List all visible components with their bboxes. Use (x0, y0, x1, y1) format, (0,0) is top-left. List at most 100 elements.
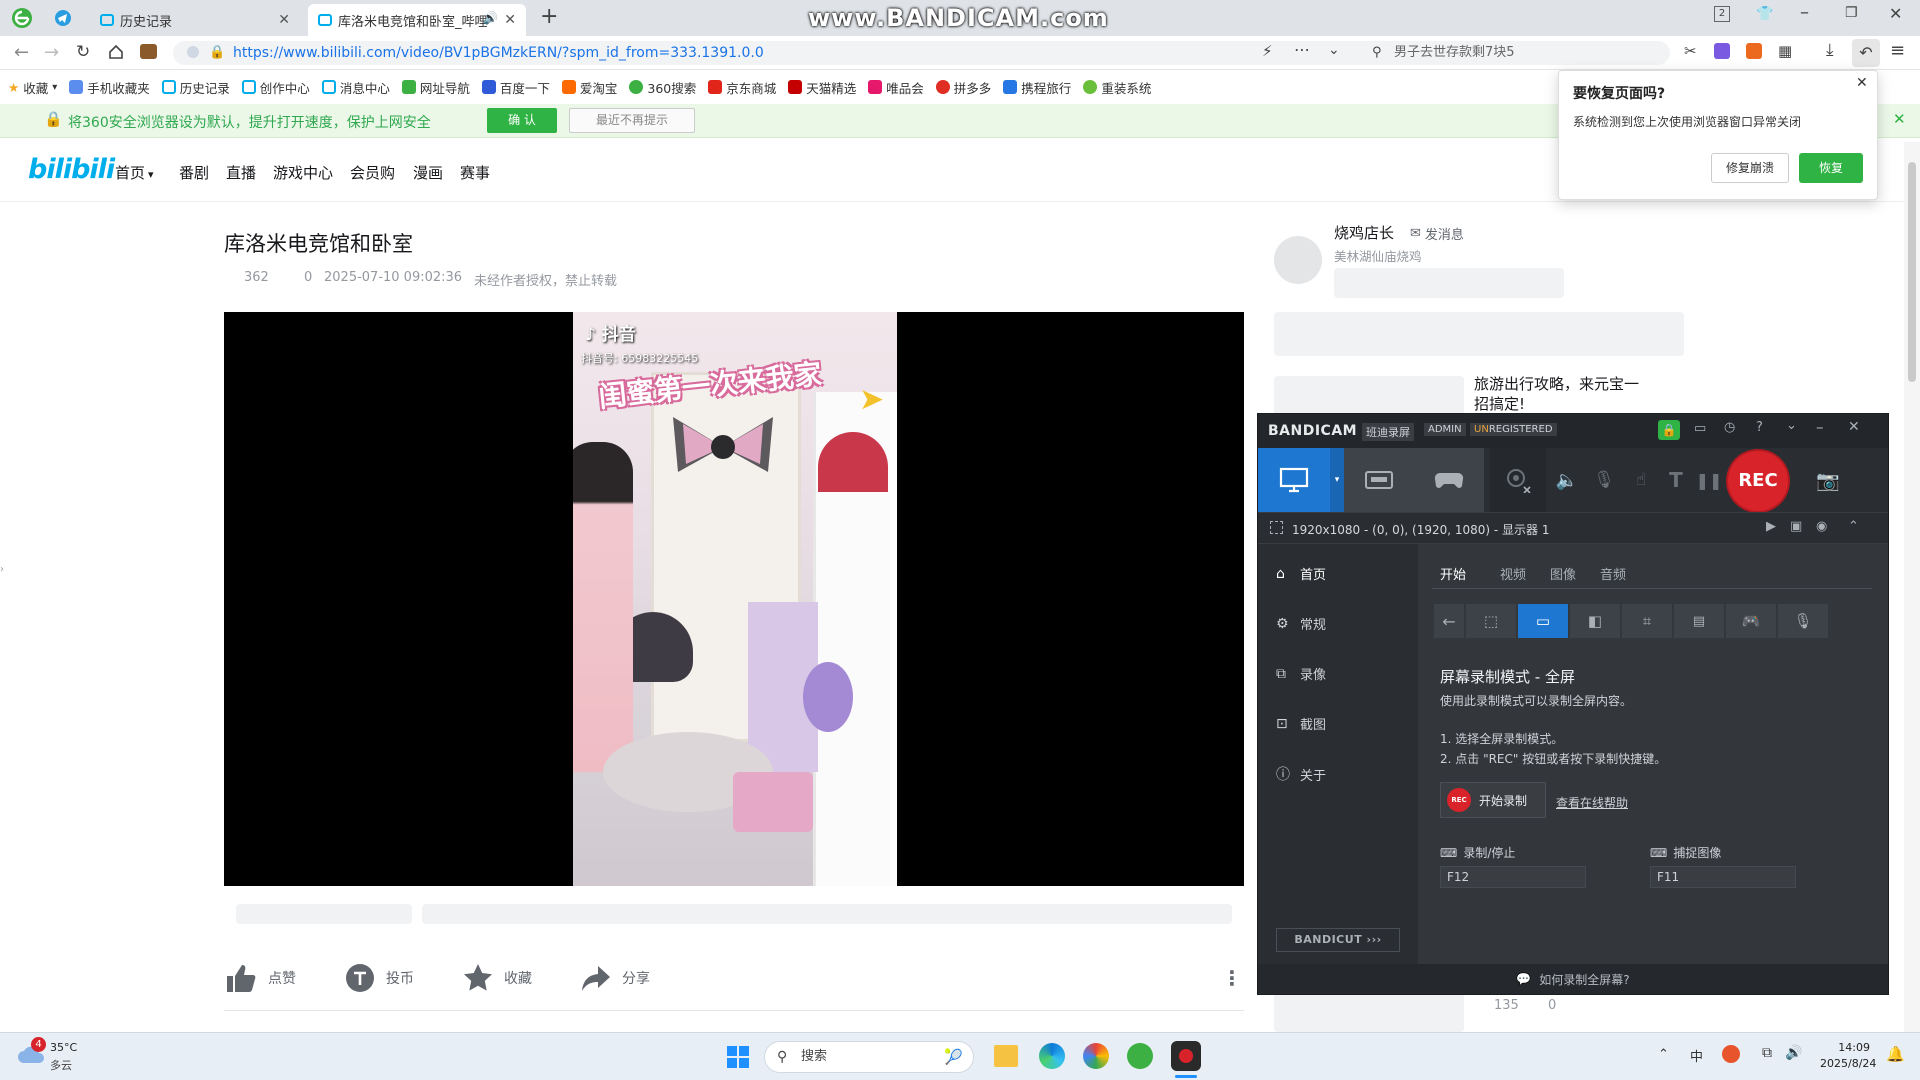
bandicam-footer[interactable]: 💬 如何录制全屏幕? (1258, 964, 1888, 994)
online-help-link[interactable]: 查看在线帮助 (1556, 794, 1628, 811)
side-arrow-icon[interactable]: › (0, 564, 4, 575)
weather-widget[interactable]: 4 (16, 1037, 46, 1071)
hdmi-mode-button[interactable]: ▤ (1674, 604, 1724, 638)
back-button[interactable]: ← (1434, 604, 1464, 638)
briefcase-icon[interactable] (140, 44, 157, 59)
scrollbar-thumb[interactable] (1908, 162, 1916, 382)
bookmark-favorites[interactable]: ★ 收藏 ▾ (8, 78, 57, 97)
bookmark-creator[interactable]: 创作中心 (241, 78, 310, 97)
hotkey-capture-field[interactable]: F11 (1650, 866, 1796, 888)
network-icon[interactable]: ⧉ (1762, 1045, 1772, 1061)
notice-confirm-button[interactable]: 确 认 (487, 108, 557, 133)
chevron-down-icon[interactable]: ⌄ (1328, 42, 1340, 58)
tab-close-icon[interactable]: ✕ (504, 12, 516, 28)
browser-360-icon[interactable] (1127, 1043, 1153, 1069)
game-mode-button[interactable]: 🎮 (1726, 604, 1776, 638)
tab-image[interactable]: 图像 (1550, 564, 1576, 583)
recommend-title[interactable]: 旅游出行攻略，来元宝一招搞定! (1474, 374, 1644, 414)
follow-button-skeleton[interactable] (1334, 268, 1564, 298)
rec-button[interactable]: REC (1728, 451, 1788, 511)
extension-icon[interactable] (1714, 43, 1730, 59)
tab-video[interactable]: 库洛米电竞馆和卧室_哔哩 🔊 ✕ (308, 4, 526, 36)
bookmark-pdd[interactable]: 拼多多 (935, 78, 991, 97)
bandicam-taskbar-icon[interactable] (1171, 1041, 1201, 1071)
nav-shop[interactable]: 会员购 (350, 162, 395, 183)
taskbar-search[interactable]: ⚲ 搜索 🎾 (764, 1041, 974, 1073)
bookmark-ctrip[interactable]: 携程旅行 (1003, 78, 1071, 97)
microphone-button[interactable]: 🎙 (1584, 448, 1624, 512)
ime-indicator[interactable]: 中 (1690, 1046, 1703, 1065)
hotkey-record-field[interactable]: F12 (1440, 866, 1586, 888)
uploader-name[interactable]: 烧鸡店长 (1334, 222, 1394, 243)
shirt-icon[interactable]: 👕 (1756, 6, 1773, 22)
url-field[interactable]: 🔒 https://www.bilibili.com/video/BV1pBGM… (173, 41, 1403, 65)
hdmi-mode-button[interactable] (1344, 448, 1414, 512)
lock-icon[interactable]: 🔒 (1658, 420, 1680, 440)
notification-icon[interactable]: 🔔 (1886, 1045, 1905, 1063)
coin-button[interactable]: 投币 (344, 962, 414, 994)
restore-button[interactable]: 恢复 (1799, 153, 1863, 183)
chevron-up-icon[interactable]: ⌃ (1658, 1047, 1669, 1062)
game-mode-button[interactable] (1414, 448, 1484, 512)
nav-manga[interactable]: 漫画 (413, 162, 443, 183)
scissors-icon[interactable]: ✂ (1684, 42, 1697, 60)
speaker-icon[interactable]: 🔊 (483, 11, 498, 25)
repair-crash-button[interactable]: 修复崩溃 (1711, 153, 1789, 183)
nav-home[interactable]: 首页 ▾ (115, 162, 154, 183)
clock-date[interactable]: 2025/8/24 (1820, 1057, 1876, 1070)
screenshot-button[interactable]: 📷 (1798, 448, 1858, 512)
minimize-icon[interactable]: – (1816, 418, 1824, 436)
clock-time[interactable]: 14:09 (1820, 1041, 1870, 1054)
reload-icon[interactable]: ↻ (76, 42, 90, 62)
nav-anime[interactable]: 番剧 (179, 162, 209, 183)
search-box[interactable]: ⚲ 男子去世存款剩7块5 (1362, 41, 1670, 65)
volume-icon[interactable]: 🔊 (1785, 1045, 1802, 1061)
game-extension-icon[interactable] (1746, 43, 1762, 59)
nav-live[interactable]: 直播 (226, 162, 256, 183)
favorite-button[interactable]: 收藏 (462, 962, 532, 994)
more-icon[interactable]: ⋮ (1222, 966, 1242, 990)
bookmark-tmall[interactable]: 天猫精选 (788, 78, 856, 97)
broadcast-icon[interactable]: ◉ (1816, 519, 1827, 534)
text-overlay-button[interactable]: T (1658, 448, 1694, 512)
bookmark-taobao[interactable]: 爱淘宝 (561, 78, 617, 97)
nav-game-center[interactable]: 游戏中心 (273, 162, 333, 183)
telegram-icon[interactable] (54, 9, 72, 27)
forward-icon[interactable]: → (44, 42, 59, 63)
sidebar-item-screenshot[interactable]: ⊡ 截图 (1276, 714, 1326, 734)
close-icon[interactable]: ✕ (1848, 419, 1860, 435)
restore-window-icon[interactable]: ❐ (1845, 5, 1858, 21)
bandicut-button[interactable]: BANDICUT ››› (1276, 928, 1400, 952)
audio-mode-button[interactable]: 🎙 (1778, 604, 1828, 638)
minimize-icon[interactable]: – (1800, 2, 1809, 23)
sidebar-item-about[interactable]: ⓘ 关于 (1276, 764, 1326, 784)
browser-logo-icon[interactable] (10, 6, 34, 30)
nav-esports[interactable]: 赛事 (460, 162, 490, 183)
bookmark-nav[interactable]: 网址导航 (401, 78, 470, 97)
notice-dismiss-button[interactable]: 最近不再提示 (569, 108, 695, 133)
new-tab-button[interactable]: + (540, 4, 558, 29)
tab-count-icon[interactable]: 2 (1714, 6, 1730, 22)
file-explorer-icon[interactable] (994, 1045, 1018, 1067)
bookmark-history[interactable]: 历史记录 (161, 78, 230, 97)
home-icon[interactable] (108, 44, 124, 60)
bilibili-logo[interactable]: bilibili (28, 154, 115, 185)
close-icon[interactable]: ✕ (1856, 75, 1868, 91)
tab-audio[interactable]: 音频 (1600, 564, 1626, 583)
share-button[interactable]: 分享 (580, 962, 650, 994)
chevron-up-icon[interactable]: ⌃ (1848, 519, 1859, 534)
bookmark-mobile[interactable]: 手机收藏夹 (69, 78, 150, 97)
image-icon[interactable]: ▣ (1790, 519, 1802, 534)
edge-icon[interactable] (1039, 1043, 1065, 1069)
clock-icon[interactable]: ◷ (1724, 420, 1735, 435)
tab-video[interactable]: 视频 (1500, 564, 1526, 583)
colorful-app-icon[interactable] (1083, 1043, 1109, 1069)
video-player[interactable]: ♪ 抖音 抖音号: 65983225545 闺蜜第一次来我家 ➤ (224, 312, 1244, 886)
bookmark-reinstall[interactable]: 重装系统 (1083, 78, 1151, 97)
bookmark-messages[interactable]: 消息中心 (321, 78, 390, 97)
bookmark-jd[interactable]: 京东商城 (708, 78, 776, 97)
bookmark-360search[interactable]: 360搜索 (629, 78, 696, 97)
bookmark-vip[interactable]: 唯品会 (868, 78, 924, 97)
avatar[interactable] (1274, 236, 1322, 284)
fullscreen-mode-button[interactable]: ▭ (1518, 604, 1568, 638)
